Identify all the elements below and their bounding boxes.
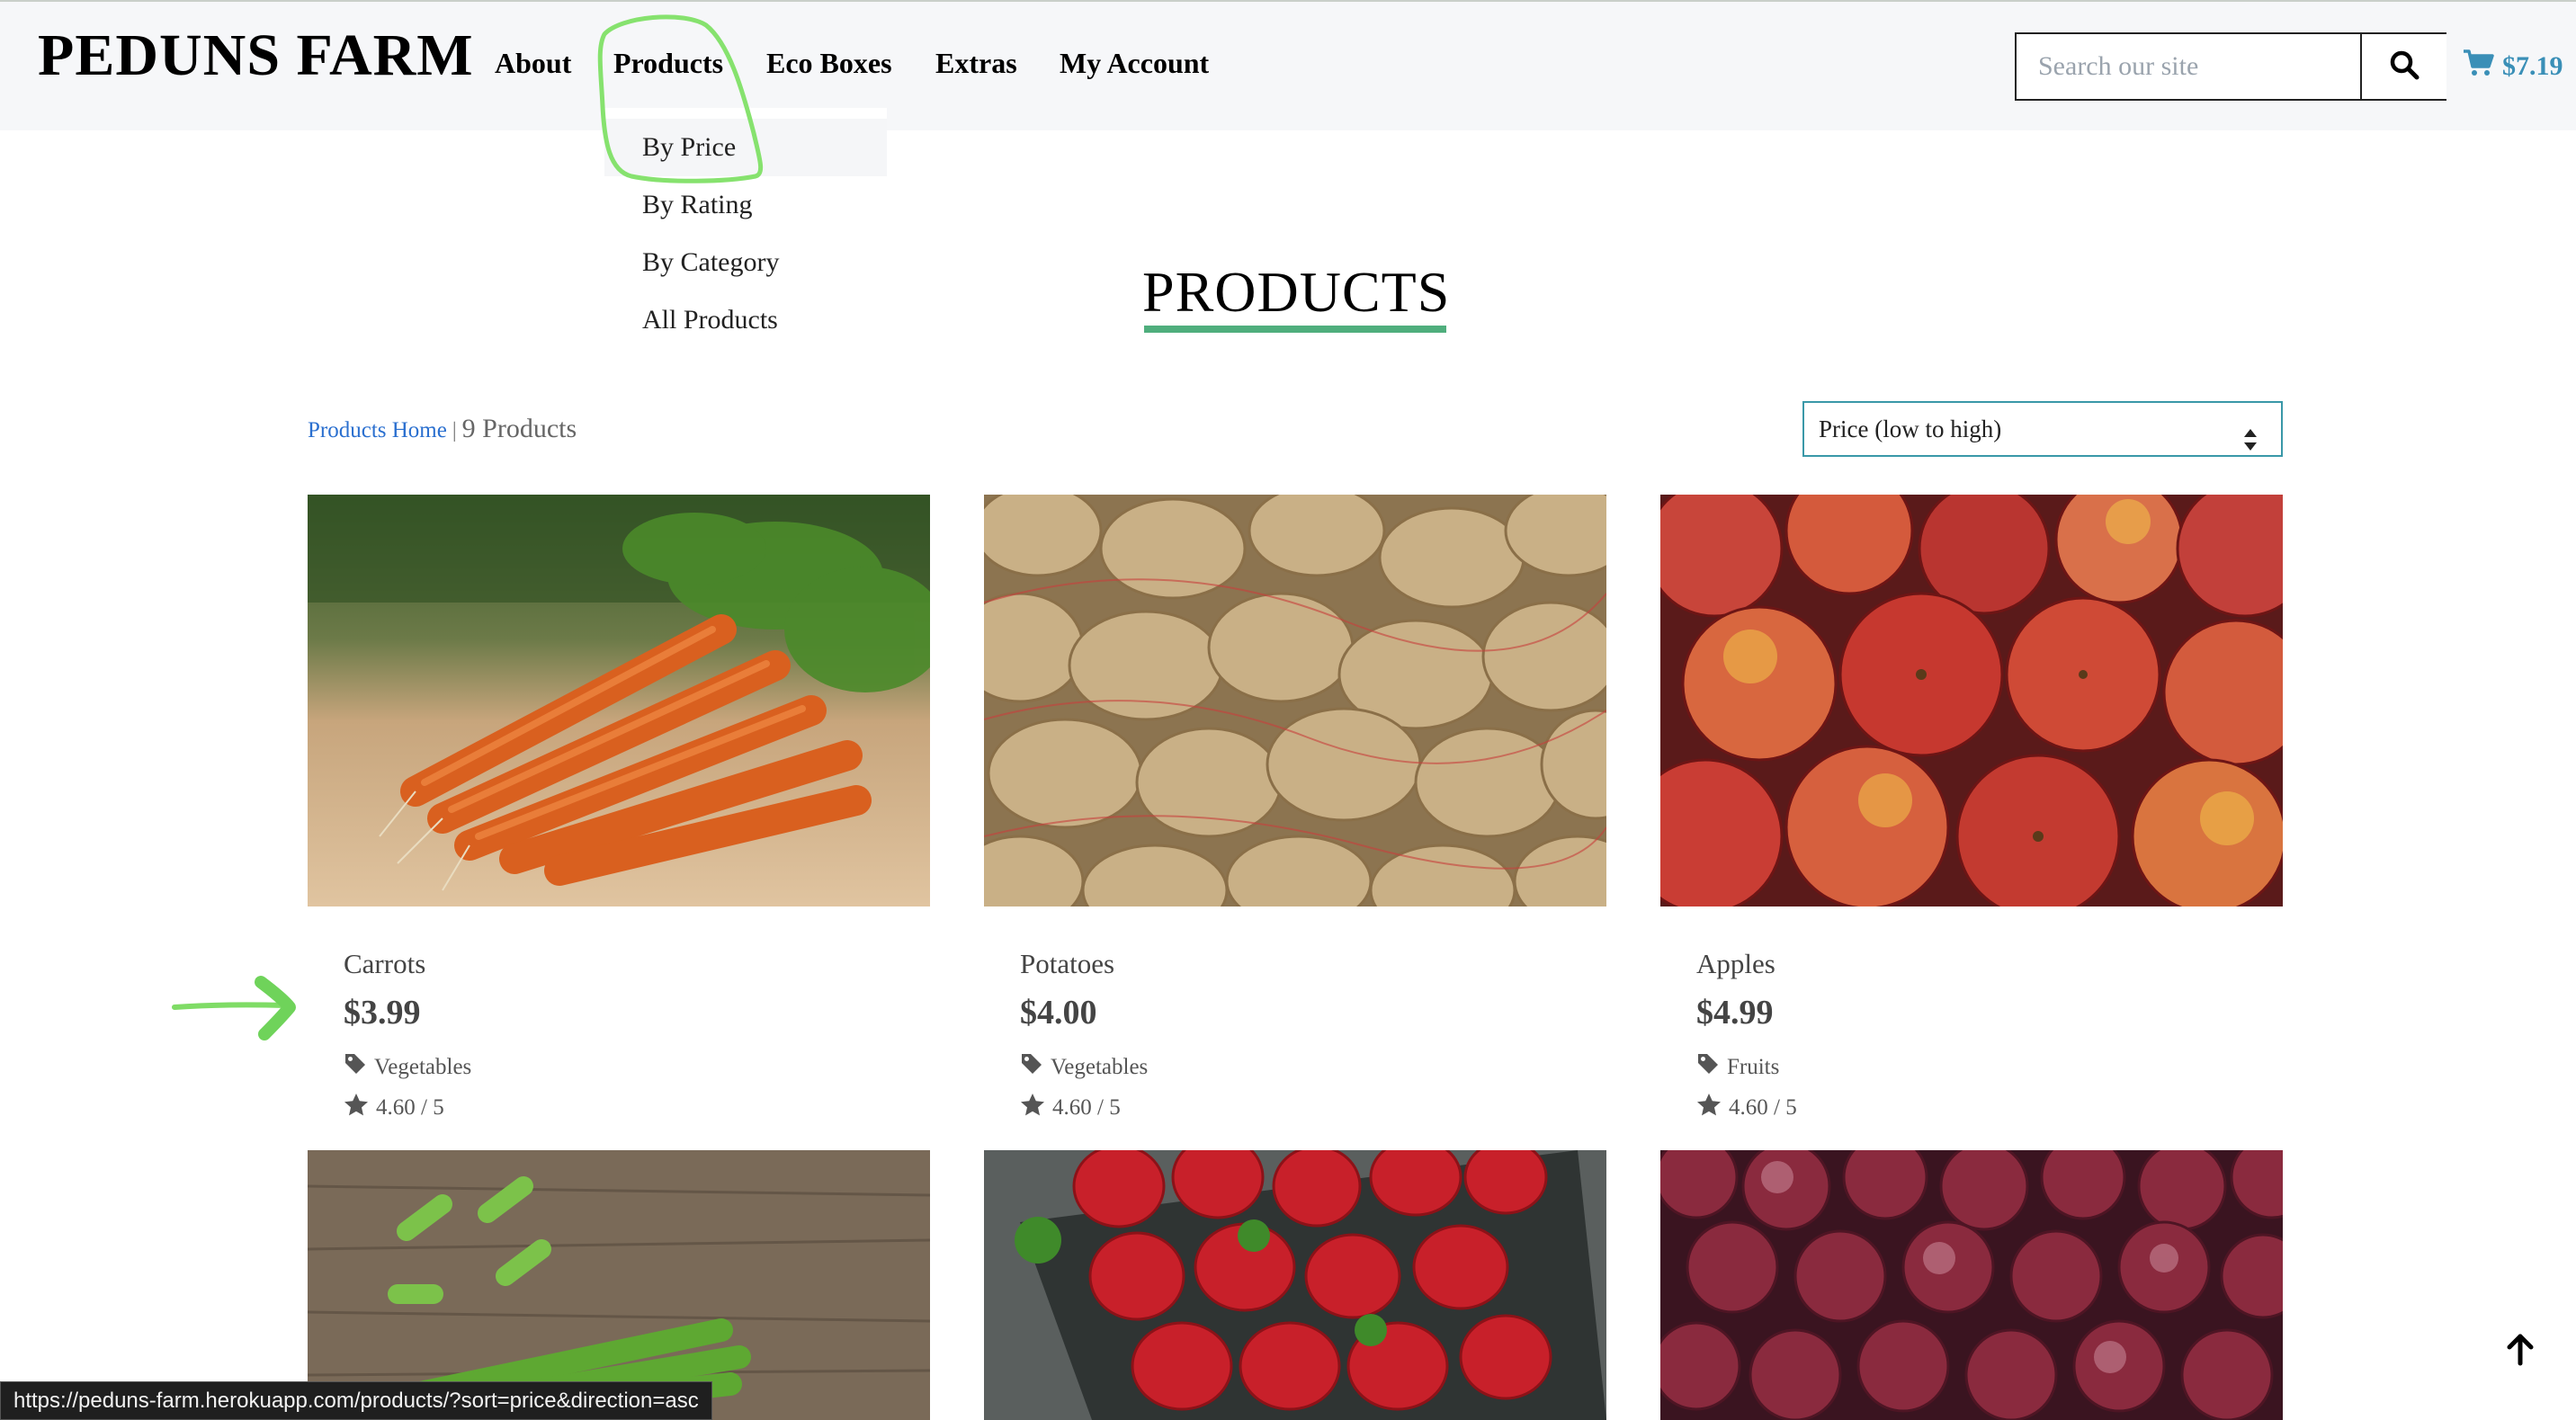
nav-products[interactable]: Products — [613, 47, 723, 80]
product-name-potatoes[interactable]: Potatoes — [1020, 948, 1114, 980]
product-rating-potatoes: 4.60 / 5 — [1020, 1093, 1121, 1122]
star-icon — [1020, 1093, 1052, 1122]
cart-link[interactable]: $7.19 — [2463, 49, 2563, 85]
product-rating-apples: 4.60 / 5 — [1696, 1093, 1797, 1122]
star-icon — [1696, 1093, 1729, 1122]
category-label: Vegetables — [374, 1054, 472, 1079]
product-image-plums[interactable] — [1660, 1150, 2283, 1420]
brand-logo[interactable]: PEDUNS FARM — [38, 22, 474, 90]
nav-eco-boxes[interactable]: Eco Boxes — [766, 47, 892, 80]
tag-icon — [1020, 1052, 1051, 1082]
back-to-top-button[interactable] — [2500, 1329, 2540, 1369]
rating-label: 4.60 / 5 — [376, 1094, 444, 1120]
nav-about[interactable]: About — [495, 47, 571, 80]
breadcrumb-products-home[interactable]: Products Home — [308, 418, 447, 442]
title-underline — [1144, 326, 1446, 333]
breadcrumb-separator: | — [452, 419, 457, 442]
star-icon — [344, 1093, 376, 1122]
breadcrumb: Products Home | 9 Products — [308, 414, 577, 444]
product-image-asparagus[interactable] — [308, 1150, 930, 1420]
product-image-strawberries[interactable] — [984, 1150, 1606, 1420]
tag-icon — [344, 1052, 374, 1082]
browser-status-bar: https://peduns-farm.herokuapp.com/produc… — [0, 1381, 712, 1420]
product-category-carrots[interactable]: Vegetables — [344, 1052, 471, 1082]
dropdown-by-category[interactable]: By Category — [604, 234, 887, 291]
product-name-apples[interactable]: Apples — [1696, 948, 1775, 980]
rating-label: 4.60 / 5 — [1052, 1094, 1121, 1120]
sort-arrows-icon — [2243, 417, 2258, 469]
products-dropdown-menu: By Price By Rating By Category All Produ… — [604, 108, 887, 351]
rating-label: 4.60 / 5 — [1729, 1094, 1797, 1120]
product-rating-carrots: 4.60 / 5 — [344, 1093, 444, 1122]
product-price-carrots: $3.99 — [344, 994, 421, 1032]
search-icon — [2389, 49, 2419, 85]
category-label: Vegetables — [1051, 1054, 1149, 1079]
sort-select[interactable]: Price (low to high) — [1802, 401, 2283, 457]
annotation-arrow — [172, 976, 296, 1040]
search-form — [2015, 32, 2446, 101]
search-button[interactable] — [2360, 34, 2446, 99]
dropdown-by-price[interactable]: By Price — [604, 119, 887, 176]
product-price-apples: $4.99 — [1696, 994, 1774, 1032]
product-name-carrots[interactable]: Carrots — [344, 948, 425, 980]
nav-extras[interactable]: Extras — [935, 47, 1017, 80]
product-image-carrots[interactable] — [308, 495, 930, 906]
product-image-potatoes[interactable] — [984, 495, 1606, 906]
product-price-potatoes: $4.00 — [1020, 994, 1097, 1032]
product-image-apples[interactable] — [1660, 495, 2283, 906]
tag-icon — [1696, 1052, 1727, 1082]
page-title: PRODUCTS — [1142, 260, 1451, 324]
arrow-up-icon — [2500, 1334, 2540, 1372]
category-label: Fruits — [1727, 1054, 1780, 1079]
product-count: 9 Products — [461, 414, 577, 443]
cart-icon — [2463, 49, 2502, 85]
product-category-apples[interactable]: Fruits — [1696, 1052, 1779, 1082]
product-category-potatoes[interactable]: Vegetables — [1020, 1052, 1148, 1082]
cart-total: $7.19 — [2502, 51, 2563, 81]
search-input[interactable] — [2017, 34, 2360, 99]
dropdown-by-rating[interactable]: By Rating — [604, 176, 887, 234]
sort-selected-value: Price (low to high) — [1819, 415, 2002, 442]
site-header: PEDUNS FARM About Products Eco Boxes Ext… — [0, 0, 2576, 130]
dropdown-all-products[interactable]: All Products — [604, 291, 887, 349]
nav-my-account[interactable]: My Account — [1060, 47, 1209, 80]
